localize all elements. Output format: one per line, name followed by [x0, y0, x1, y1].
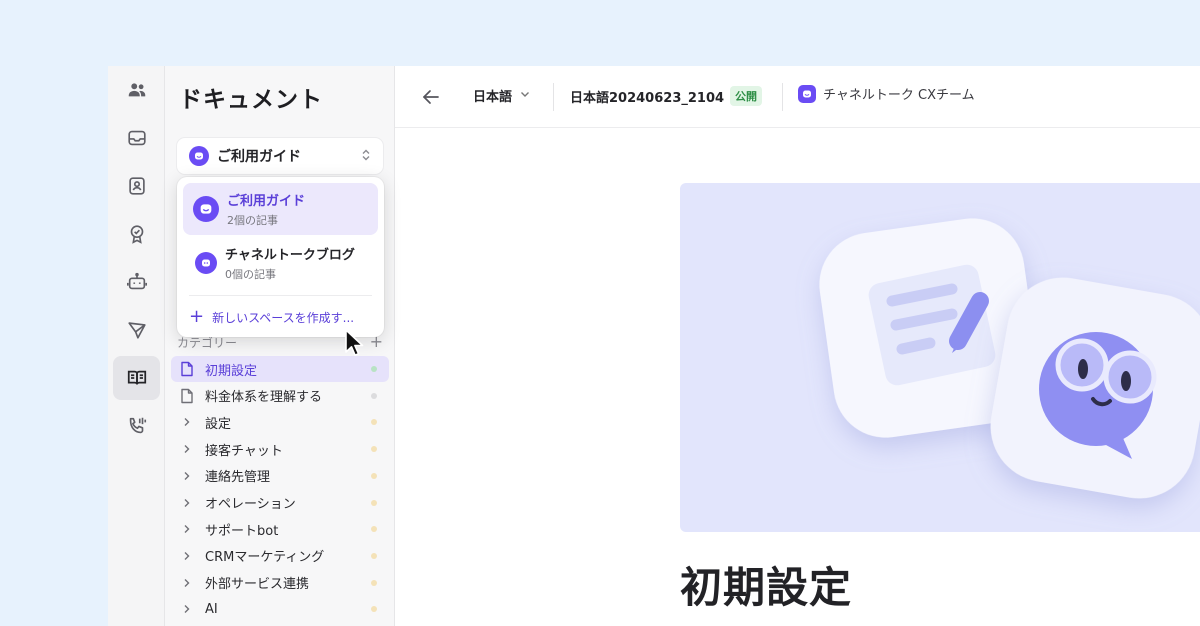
- sidebar-title: ドキュメント: [179, 87, 323, 113]
- status-dot: [371, 526, 377, 533]
- sidebar-item[interactable]: 初期設定: [171, 356, 389, 382]
- status-dot: [371, 579, 377, 586]
- send-icon[interactable]: [113, 308, 160, 352]
- channel-logo-icon: [798, 84, 816, 103]
- chevron-right-icon[interactable]: [179, 414, 195, 430]
- document-title: 初期設定: [680, 563, 853, 612]
- header-divider: [553, 83, 554, 111]
- space-option-count: 2個の記事: [227, 214, 278, 227]
- back-arrow-icon[interactable]: [419, 85, 443, 109]
- status-dot: [371, 419, 377, 426]
- chevron-right-icon[interactable]: [179, 468, 195, 484]
- chevron-right-icon[interactable]: [179, 441, 195, 457]
- sidebar-item-label: オペレーション: [205, 497, 296, 512]
- document-header: 日本語 日本語20240623_2104 公開 チャネルトーク CXチーム: [395, 66, 1200, 128]
- sidebar-item[interactable]: 外部サービス連携: [171, 570, 389, 596]
- sidebar-item-label: 初期設定: [205, 363, 258, 379]
- cover-image: [680, 183, 1200, 532]
- sidebar-item[interactable]: 設定: [171, 409, 389, 435]
- inbox-icon[interactable]: [113, 116, 160, 160]
- sidebar-item[interactable]: 接客チャット: [171, 436, 389, 462]
- sidebar-item-label: AI: [205, 601, 218, 617]
- chevron-right-icon[interactable]: [179, 521, 195, 537]
- status-badge: 公開: [730, 86, 763, 106]
- language-label: 日本語: [473, 90, 513, 105]
- status-dot: [371, 606, 377, 613]
- sidebar-item[interactable]: オペレーション: [171, 490, 389, 516]
- bot-icon[interactable]: [113, 260, 160, 304]
- icon-rail: [108, 66, 165, 626]
- space-option-name: ご利用ガイド: [227, 194, 306, 209]
- book-icon[interactable]: [113, 356, 160, 400]
- sidebar-item-label: 料金体系を理解する: [205, 390, 323, 406]
- dropdown-divider: [189, 295, 372, 296]
- sidebar-item-label: 外部サービス連携: [205, 577, 310, 593]
- status-dot: [371, 499, 377, 506]
- chevron-right-icon[interactable]: [179, 548, 195, 564]
- chevron-right-icon[interactable]: [179, 495, 195, 511]
- chevron-down-icon: [520, 90, 530, 101]
- space-option-blog[interactable]: チャネルトークブログ 0個の記事: [183, 237, 378, 289]
- sidebar-item-label: 接客チャット: [205, 443, 283, 459]
- space-selector-label: ご利用ガイド: [217, 149, 301, 165]
- sidebar-item[interactable]: CRMマーケティング: [171, 543, 389, 569]
- channel-logo-icon: [189, 146, 209, 166]
- sidebar-item[interactable]: サポートbot: [171, 516, 389, 542]
- team-icon[interactable]: [113, 68, 160, 112]
- sidebar-item[interactable]: 連絡先管理: [171, 463, 389, 489]
- sidebar-item-label: 連絡先管理: [205, 470, 271, 486]
- space-option-count: 0個の記事: [225, 268, 276, 281]
- document-icon: [179, 388, 195, 404]
- space-selector[interactable]: ご利用ガイド: [177, 138, 383, 174]
- status-dot: [371, 392, 377, 399]
- chevron-right-icon[interactable]: [179, 601, 195, 617]
- sidebar-item-label: CRMマーケティング: [205, 550, 325, 566]
- sidebar-item-label: サポートbot: [205, 523, 279, 539]
- header-divider: [782, 83, 783, 111]
- badge-icon[interactable]: [113, 212, 160, 256]
- create-space-label: 新しいスペースを作成す...: [212, 310, 355, 325]
- team-link[interactable]: チャネルトーク CXチーム: [798, 84, 975, 103]
- category-label: カテゴリー: [177, 336, 238, 350]
- create-space-button[interactable]: + 新しいスペースを作成す...: [189, 307, 354, 327]
- space-option-guide[interactable]: ご利用ガイド 2個の記事: [183, 183, 378, 235]
- team-name: チャネルトーク CXチーム: [823, 88, 975, 103]
- document-name-area[interactable]: 日本語20240623_2104 公開: [570, 86, 763, 106]
- contacts-icon[interactable]: [113, 164, 160, 208]
- space-option-name: チャネルトークブログ: [225, 248, 355, 263]
- status-dot: [371, 552, 377, 559]
- document-icon: [179, 361, 195, 377]
- document-name: 日本語20240623_2104: [570, 90, 725, 106]
- plus-icon: +: [189, 306, 205, 327]
- status-dot: [371, 472, 377, 479]
- chevron-right-icon[interactable]: [179, 575, 195, 591]
- language-selector[interactable]: 日本語: [473, 86, 530, 105]
- sidebar-item[interactable]: 料金体系を理解する: [171, 383, 389, 409]
- phone-icon[interactable]: [113, 404, 160, 448]
- app-window: ドキュメント ご利用ガイド カテゴリー + 初期設定 料金体系を理解する 設定 接客チ…: [108, 66, 1200, 626]
- channel-logo-icon: [195, 252, 217, 274]
- chevron-updown-icon: [361, 149, 371, 164]
- mouse-cursor-icon: [345, 329, 364, 356]
- sidebar-item-label: 設定: [205, 416, 232, 432]
- channel-logo-icon: [193, 196, 219, 222]
- sidebar-item[interactable]: AI: [171, 596, 389, 622]
- status-dot: [371, 446, 377, 453]
- status-dot: [371, 366, 377, 372]
- space-dropdown: ご利用ガイド 2個の記事 チャネルトークブログ 0個の記事 + 新しいスペースを…: [177, 177, 384, 337]
